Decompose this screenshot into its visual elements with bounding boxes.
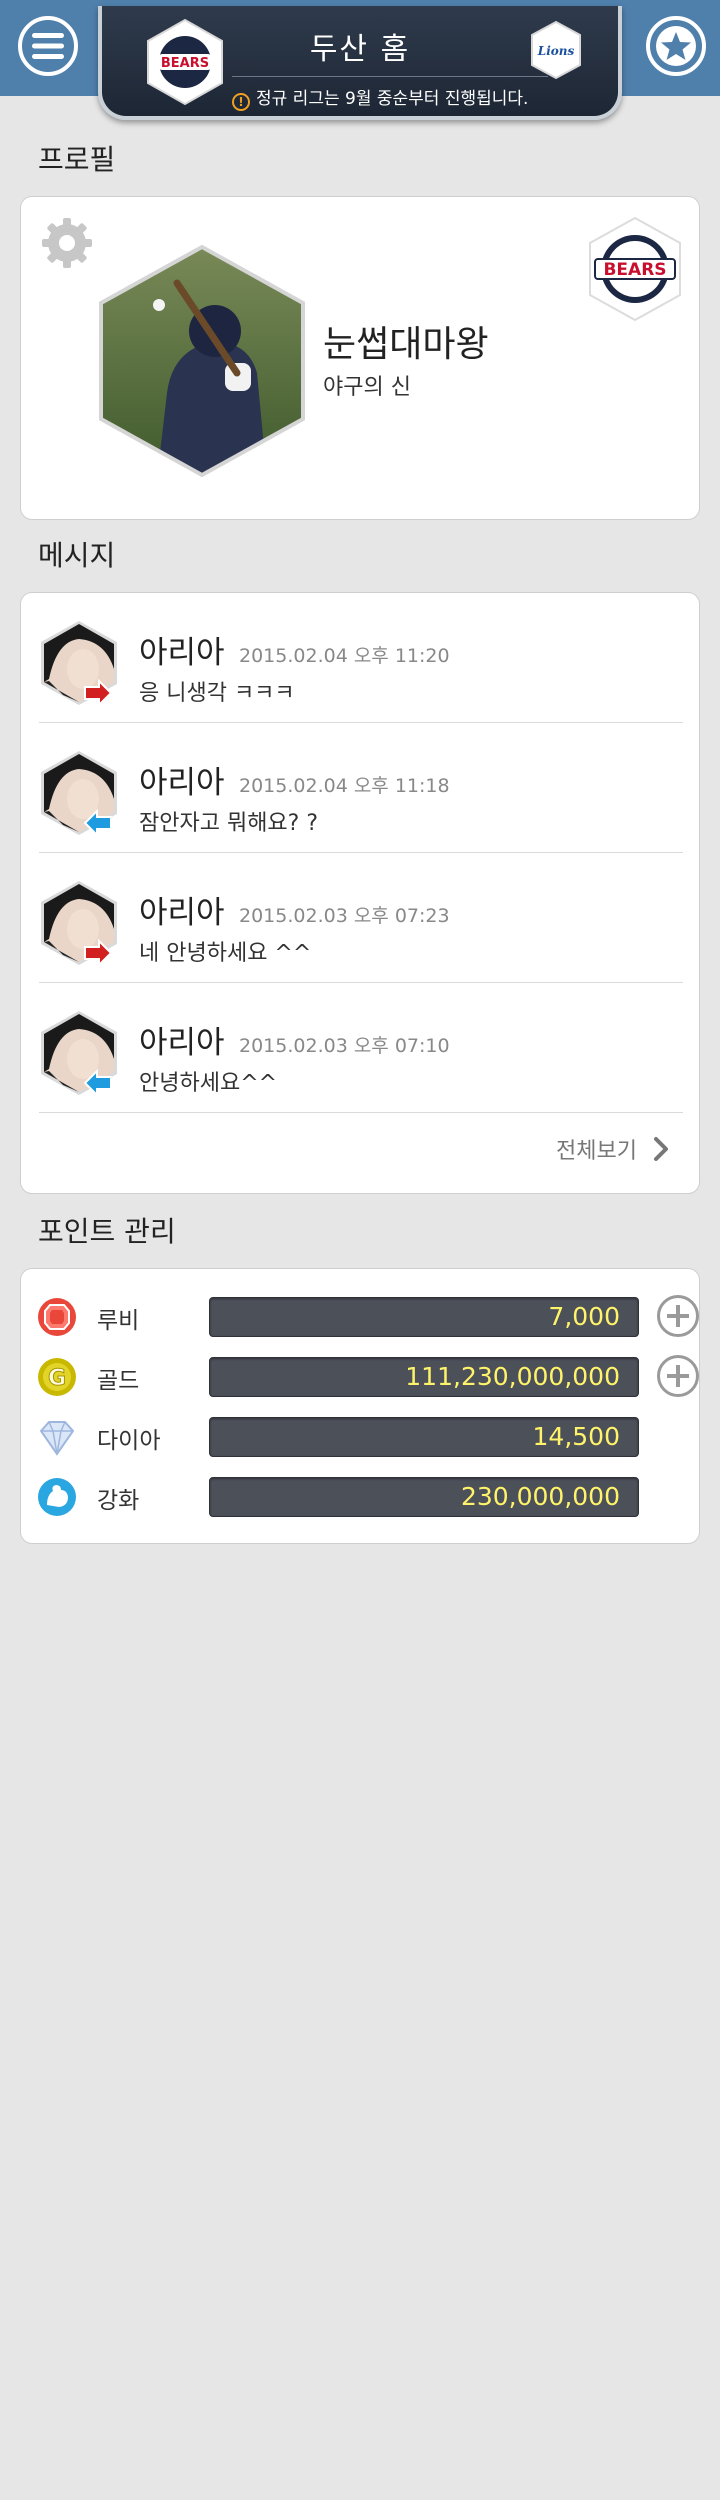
add-gold-button[interactable] [657,1355,699,1397]
point-row-diamond: 다이아 14,500 [37,1415,687,1459]
warning-icon: ! [232,93,250,111]
profile-photo [99,244,305,478]
point-value: 14,500 [532,1422,620,1451]
svg-text:BEARS: BEARS [603,260,666,280]
messages-card: 아리아 2015.02.04 오후 11:20 응 니생각 ㅋㅋㅋ 아리아 2015.0… [20,592,700,1194]
sender-avatar [41,751,117,837]
gold-icon: G [38,1358,76,1396]
view-all-link[interactable]: 전체보기 [556,1133,669,1165]
profile-card: 눈썹대마왕 야구의 신 BEARS [20,196,700,520]
message-date: 2015.02.04 오후 11:18 [239,775,450,797]
message-preview: 잠안자고 뭐해요? ? [139,811,319,836]
chevron-right-icon [654,1137,668,1161]
power-icon [38,1478,76,1516]
sender-name: 아리아 [139,1025,225,1061]
sender-name: 아리아 [139,635,225,671]
message-preview: 안녕하세요^^ [139,1071,278,1096]
point-label: 골드 [97,1368,140,1394]
view-all-label: 전체보기 [556,1139,637,1164]
point-row-ruby: 루비 7,000 [37,1295,699,1339]
point-value-field: 14,500 [209,1417,639,1457]
favorite-button[interactable] [646,16,706,76]
point-label: 강화 [97,1488,140,1514]
profile-team-logo: BEARS [589,216,681,322]
point-value-field: 230,000,000 [209,1477,639,1517]
add-ruby-button[interactable] [657,1295,699,1337]
svg-text:Lions: Lions [537,44,575,58]
message-date: 2015.02.03 오후 07:10 [239,1035,450,1057]
message-item[interactable]: 아리아 2015.02.03 오후 07:23 네 안녕하세요 ^^ [39,853,683,983]
point-value: 7,000 [548,1302,620,1331]
sender-avatar [41,881,117,967]
sender-avatar [41,1011,117,1097]
point-label: 다이아 [97,1428,161,1454]
sender-name: 아리아 [139,765,225,801]
message-preview: 네 안녕하세요 ^^ [139,941,312,966]
settings-gear-icon[interactable] [39,215,95,271]
point-value: 230,000,000 [460,1482,620,1511]
diamond-icon [39,1421,75,1456]
point-value: 111,230,000,000 [405,1362,620,1391]
point-label: 루비 [97,1308,140,1334]
message-item[interactable]: 아리아 2015.02.03 오후 07:10 안녕하세요^^ [39,983,683,1113]
profile-nickname: 눈썹대마왕 [323,324,489,365]
message-preview: 응 니생각 ㅋㅋㅋ [139,681,295,706]
profile-subtitle: 야구의 신 [323,375,411,400]
point-row-gold: G 골드 111,230,000,000 [37,1355,699,1399]
away-team-logo: Lions [531,20,581,80]
points-section-title: 포인트 관리 [38,1215,176,1248]
league-notice: ! 정규 리그는 9월 중순부터 진행됩니다. [232,84,618,111]
svg-text:G: G [48,1366,66,1391]
match-header-panel: BEARS 두산 홈 Lions ! 정규 리그는 9월 중순부터 진행됩니다. [98,6,622,120]
menu-button[interactable] [18,16,78,76]
sender-name: 아리아 [139,895,225,931]
league-notice-text: 정규 리그는 9월 중순부터 진행됩니다. [256,89,529,109]
message-date: 2015.02.03 오후 07:23 [239,905,450,927]
point-value-field: 111,230,000,000 [209,1357,639,1397]
sender-avatar [41,621,117,707]
message-date: 2015.02.04 오후 11:20 [239,645,450,667]
message-item[interactable]: 아리아 2015.02.04 오후 11:18 잠안자고 뭐해요? ? [39,723,683,853]
messages-section-title: 메시지 [38,539,116,572]
message-item[interactable]: 아리아 2015.02.04 오후 11:20 응 니생각 ㅋㅋㅋ [39,593,683,723]
point-row-power: 강화 230,000,000 [37,1475,687,1519]
profile-section-title: 프로필 [38,143,116,176]
header-divider [232,76,548,77]
point-value-field: 7,000 [209,1297,639,1337]
star-icon [656,26,696,66]
menu-icon [32,33,64,59]
points-card: 루비 7,000 G 골드 111,230,000,000 다이아 14,500 강화 230,… [20,1268,700,1544]
ruby-icon [38,1298,76,1336]
